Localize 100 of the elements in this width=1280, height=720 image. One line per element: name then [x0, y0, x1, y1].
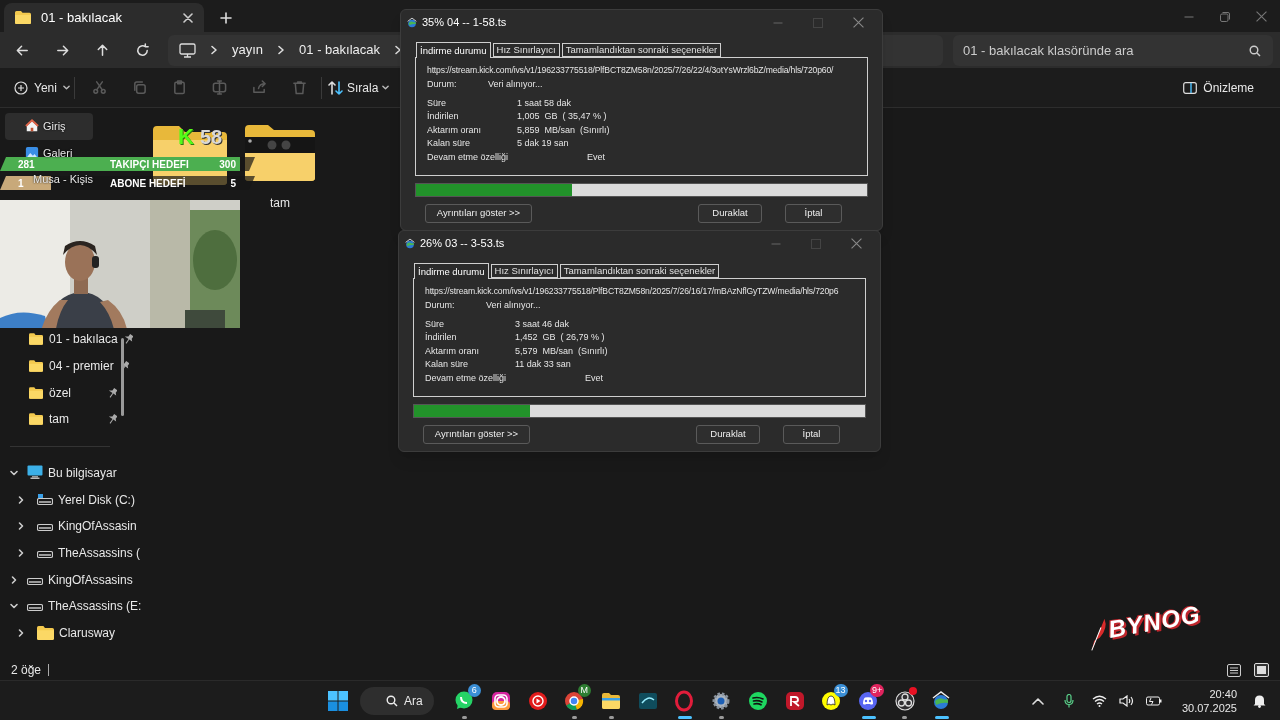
- dialog-button[interactable]: İptal: [785, 204, 842, 223]
- sidebar-item[interactable]: 01 - bakılaca: [5, 326, 117, 353]
- breadcrumb-item[interactable]: yayın: [232, 40, 264, 60]
- details-view-icon[interactable]: [1227, 663, 1241, 677]
- dialog-button[interactable]: İptal: [783, 425, 840, 444]
- goal-target: 5: [230, 176, 236, 191]
- battery-icon[interactable]: [1145, 695, 1162, 706]
- goal-label: TAKIPÇI HEDEFI: [110, 157, 189, 172]
- field-label: Kalan süre: [425, 358, 470, 372]
- share-icon[interactable]: [251, 80, 267, 95]
- refresh-icon[interactable]: [134, 42, 150, 58]
- dialog-tab[interactable]: İndirme durumu: [416, 42, 491, 58]
- dialog-tab[interactable]: Tamamlandıktan sonraki seçenekler: [559, 264, 720, 278]
- microphone-icon[interactable]: [1063, 693, 1074, 708]
- tree-item[interactable]: KingOfAssasin: [0, 512, 137, 540]
- restore-icon[interactable]: [1220, 11, 1230, 22]
- dialog-tab[interactable]: Tamamlandıktan sonraki seçenekler: [561, 43, 722, 57]
- field-value: Evet: [587, 150, 605, 164]
- wifi-icon[interactable]: [1091, 694, 1107, 707]
- field-value: 1,005 GB ( 35,47 % ): [517, 110, 607, 124]
- logo-text: BYNOG: [1105, 599, 1204, 645]
- explorer-tab[interactable]: 01 - bakılacak: [4, 3, 204, 32]
- chevron-right-icon[interactable]: [16, 627, 26, 638]
- dialog-button[interactable]: Duraklat: [696, 425, 760, 444]
- system-drive-icon: [37, 493, 53, 506]
- tree-item[interactable]: Yerel Disk (C:): [0, 486, 135, 513]
- tree-item[interactable]: Clarusway: [0, 619, 115, 647]
- rename-icon[interactable]: [211, 80, 227, 95]
- folder-icon: [29, 333, 43, 346]
- search-button[interactable]: Ara: [360, 686, 434, 715]
- breadcrumb-item[interactable]: 01 - bakılacak: [299, 40, 380, 60]
- plus-icon[interactable]: [220, 11, 232, 24]
- tiles-view-icon[interactable]: [1254, 663, 1269, 677]
- chevron-right-icon[interactable]: [16, 547, 26, 558]
- pin-icon: [108, 387, 117, 398]
- back-icon[interactable]: [14, 42, 30, 58]
- tree-item[interactable]: TheAssassins (: [0, 539, 141, 567]
- close-icon[interactable]: [183, 12, 193, 23]
- sidebar-item[interactable]: tam: [5, 406, 117, 433]
- speaker-icon[interactable]: [1118, 694, 1134, 707]
- field-label: İndirilen: [425, 331, 458, 345]
- field-value: 5,859 MB/san (Sınırlı): [517, 123, 610, 137]
- dialog-button[interactable]: Duraklat: [698, 204, 762, 223]
- file-name[interactable]: tam: [270, 194, 290, 212]
- field-label: Durum:: [427, 78, 458, 91]
- globe-icon: [406, 16, 418, 29]
- bell-icon[interactable]: [1253, 693, 1266, 708]
- computer-icon: [27, 465, 43, 481]
- dialog-tab[interactable]: Hız Sınırlayıcı: [492, 43, 560, 57]
- field-label: Devam etme özelliği: [427, 150, 510, 164]
- taskbar-app[interactable]: M: [556, 681, 593, 720]
- tree-item[interactable]: KingOfAssasins: [0, 566, 133, 593]
- tree-item[interactable]: TheAssassins (E:: [0, 592, 142, 620]
- close-icon[interactable]: [853, 17, 864, 28]
- plus-circle-icon: [14, 80, 28, 95]
- notification-badge: 13: [833, 683, 848, 697]
- record-icon: [893, 689, 916, 712]
- copy-icon[interactable]: [131, 80, 147, 95]
- search-icon[interactable]: [1249, 44, 1261, 57]
- chevron-right-icon[interactable]: [9, 574, 19, 585]
- field-label: Devam etme özelliği: [425, 371, 508, 385]
- computer-icon: [179, 42, 196, 58]
- play-icon: [526, 689, 549, 712]
- delete-icon[interactable]: [291, 80, 307, 95]
- goal-count: 1: [18, 177, 24, 189]
- paste-icon[interactable]: [171, 80, 187, 95]
- dialog-button[interactable]: Ayrıntıları göster >>: [425, 204, 532, 223]
- dialog-button[interactable]: Ayrıntıları göster >>: [423, 425, 530, 444]
- sidebar-item[interactable]: özel: [5, 379, 117, 407]
- dialog-tab[interactable]: İndirme durumu: [414, 263, 489, 279]
- close-icon[interactable]: [851, 238, 862, 249]
- tree-item[interactable]: Bu bilgisayar: [0, 459, 117, 487]
- sidebar-item[interactable]: Giriş: [5, 113, 93, 140]
- panel-icon: [1183, 81, 1198, 94]
- field-label: İndirilen: [427, 110, 460, 124]
- chevron-right-icon[interactable]: [16, 521, 26, 532]
- field-label: Durum:: [425, 299, 456, 312]
- clock[interactable]: 20:40 30.07.2025: [1181, 686, 1237, 715]
- folder-icon: [29, 386, 43, 399]
- caret-icon: [62, 85, 70, 90]
- camera-icon: [490, 689, 513, 712]
- folder-icon: [37, 625, 54, 640]
- sort-button[interactable]: Sırala: [328, 78, 390, 97]
- browser-icon: [563, 689, 586, 712]
- new-button[interactable]: Yeni: [14, 78, 70, 97]
- start-icon[interactable]: [328, 690, 348, 711]
- field-value: 1 saat 58 dak: [517, 97, 572, 110]
- taskbar-app[interactable]: 9+: [849, 681, 887, 720]
- preview-button[interactable]: Önizleme: [1183, 78, 1280, 97]
- chevron-right-icon: [277, 45, 286, 55]
- scrollbar[interactable]: [121, 338, 124, 416]
- field-label: Süre: [425, 318, 445, 331]
- chevron-up-icon[interactable]: [1031, 696, 1044, 705]
- cut-icon[interactable]: [91, 80, 107, 95]
- dialog-tab[interactable]: Hız Sınırlayıcı: [490, 264, 558, 278]
- forward-icon[interactable]: [54, 42, 70, 58]
- search-field[interactable]: 01 - bakılacak klasöründe ara: [953, 34, 1273, 66]
- close-icon[interactable]: [1256, 11, 1267, 22]
- chevron-right-icon[interactable]: [16, 494, 26, 505]
- field-value: 3 saat 46 dak: [515, 318, 570, 331]
